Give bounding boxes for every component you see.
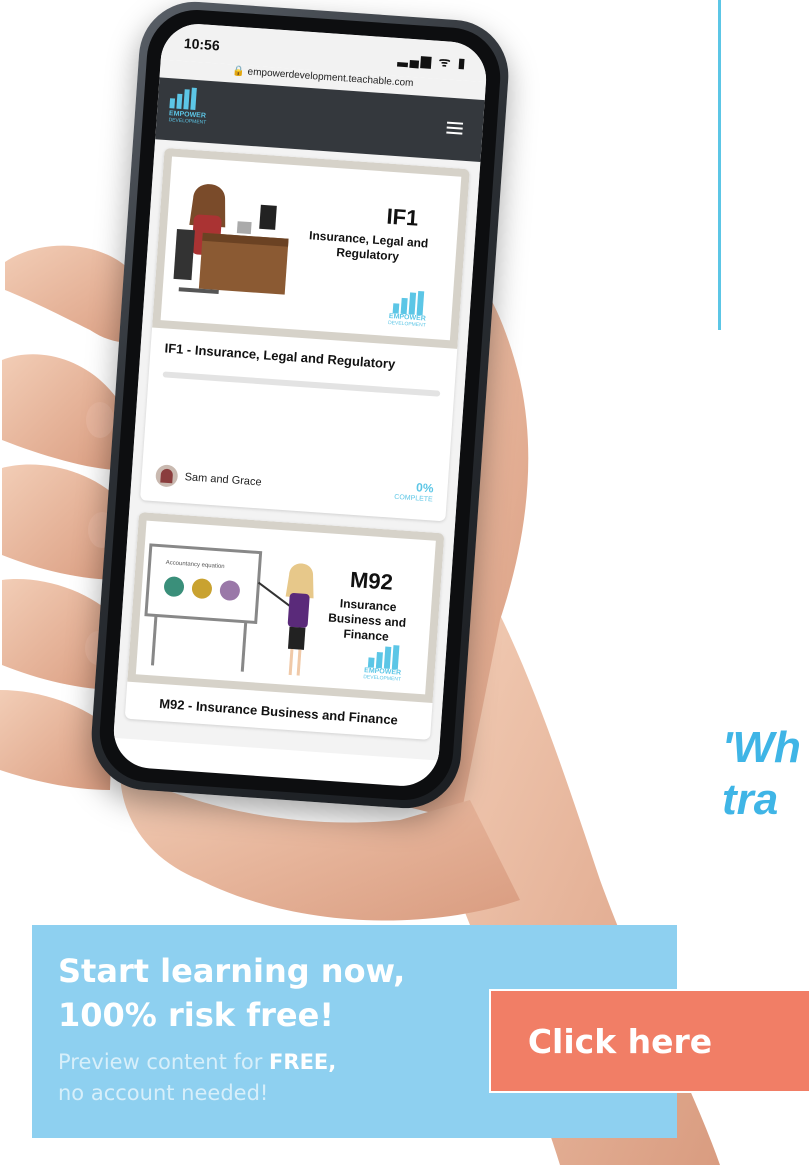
empower-logo: EMPOWER DEVELOPMENT: [377, 288, 439, 329]
course-card[interactable]: Accountancy equation M92 Insurance Busin…: [124, 512, 445, 740]
status-time: 10:56: [183, 35, 221, 54]
click-here-button[interactable]: Click here: [489, 989, 811, 1093]
course-code: M92: [349, 566, 394, 595]
smartphone: 10:56 ▂▄▆ ᯤ ▮ 🔒 empowerdevelopment.teach…: [87, 0, 513, 812]
logo-bars-icon: [169, 86, 214, 111]
empower-logo: EMPOWER DEVELOPMENT: [352, 642, 414, 683]
course-subtitle: Insurance, Legal and Regulatory: [308, 228, 429, 264]
completion-status: 0% COMPLETE: [394, 480, 434, 507]
promo-text-prefix: Preview content for: [58, 1050, 270, 1074]
signal-wifi-battery-icon: ▂▄▆ ᯤ ▮: [397, 51, 468, 71]
whiteboard-illustration: Accountancy equation: [144, 543, 314, 676]
course-thumbnail[interactable]: Accountancy equation M92 Insurance Busin…: [127, 512, 445, 703]
phone-screen: 10:56 ▂▄▆ ᯤ ▮ 🔒 empowerdevelopment.teach…: [111, 21, 489, 789]
course-author: Sam and Grace: [154, 464, 262, 493]
course-list: IF1 Insurance, Legal and Regulatory EMPO…: [113, 139, 481, 761]
promo-text-line-2: no account needed!: [58, 1081, 269, 1105]
promo-text-bold: FREE,: [269, 1050, 337, 1074]
author-avatar: [154, 464, 179, 488]
promo-heading-line-1: Start learning now,: [58, 952, 406, 990]
course-card[interactable]: IF1 Insurance, Legal and Regulatory EMPO…: [139, 147, 470, 522]
completion-label: COMPLETE: [394, 493, 433, 504]
hamburger-menu-icon[interactable]: [446, 121, 464, 135]
empower-logo[interactable]: EMPOWER DEVELOPMENT: [168, 86, 215, 135]
promo-heading-line-2: 100% risk free!: [58, 996, 334, 1034]
promo-heading: Start learning now, 100% risk free!: [58, 949, 405, 1037]
course-subtitle: Insurance Business and Finance: [327, 596, 407, 644]
author-name: Sam and Grace: [184, 471, 262, 489]
course-code: IF1: [385, 203, 420, 231]
course-thumbnail[interactable]: IF1 Insurance, Legal and Regulatory EMPO…: [152, 147, 470, 349]
promo-text: Preview content for FREE, no account nee…: [58, 1047, 336, 1109]
promo-stage: 'Wh tra 10:56 ▂▄▆ ᯤ ▮ 🔒 empowerdevelopme…: [0, 0, 811, 1165]
cta-label: Click here: [527, 1021, 713, 1061]
office-illustration: [173, 184, 289, 295]
